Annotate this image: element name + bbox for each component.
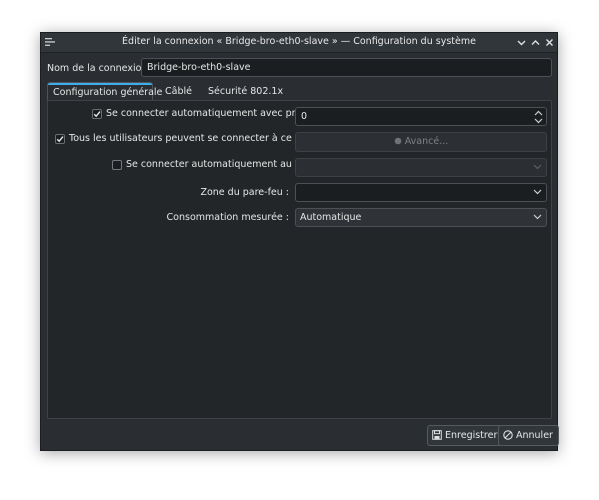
spin-down-icon[interactable] <box>534 118 543 124</box>
connection-name-label: Nom de la connexion : <box>47 63 154 74</box>
cancel-circle-icon <box>503 430 513 440</box>
metered-label: Consommation mesurée : <box>166 212 289 223</box>
priority-value: 0 <box>301 111 308 122</box>
auto-vpn-label[interactable]: Se connecter automatiquement au VPN <box>126 159 314 170</box>
gear-icon <box>394 137 402 145</box>
priority-spinbox[interactable]: 0 <box>295 107 547 126</box>
tab-wired[interactable]: Câblé <box>160 82 197 101</box>
save-button[interactable]: Enregistrer <box>427 425 504 446</box>
spin-up-icon[interactable] <box>534 110 543 116</box>
metered-value: Automatique <box>300 212 362 223</box>
cancel-button[interactable]: Annuler <box>498 425 559 446</box>
chevron-down-icon <box>533 214 542 220</box>
all-users-checkbox[interactable] <box>55 134 65 144</box>
checkmark-icon <box>93 111 101 118</box>
metered-combo[interactable]: Automatique <box>295 208 547 227</box>
minimize-icon[interactable] <box>515 36 528 49</box>
tab-security-8021x[interactable]: Sécurité 802.1x <box>203 82 288 101</box>
chevron-down-icon <box>533 164 542 170</box>
general-config-panel: Se connecter automatiquement avec priori… <box>47 100 552 419</box>
window-title: Éditer la connexion « Bridge-bro-eth0-sl… <box>122 36 476 47</box>
advanced-button[interactable]: Avancé... <box>295 132 547 152</box>
auto-connect-label[interactable]: Se connecter automatiquement avec priori… <box>106 108 320 119</box>
all-users-label[interactable]: Tous les utilisateurs peuvent se connect… <box>69 133 327 144</box>
title-bar[interactable]: Éditer la connexion « Bridge-bro-eth0-sl… <box>41 33 557 53</box>
maximize-icon[interactable] <box>529 36 542 49</box>
auto-connect-checkbox[interactable] <box>92 109 102 119</box>
auto-vpn-checkbox[interactable] <box>112 160 122 170</box>
checkmark-icon <box>56 136 64 143</box>
firewall-zone-label: Zone du pare-feu : <box>200 187 289 198</box>
floppy-disk-icon <box>432 430 442 440</box>
tab-general[interactable]: Configuration générale <box>47 82 162 101</box>
save-button-label: Enregistrer <box>445 430 498 441</box>
connection-name-input[interactable]: Bridge-bro-eth0-slave <box>141 58 552 77</box>
dialog-window: Éditer la connexion « Bridge-bro-eth0-sl… <box>40 32 559 451</box>
close-icon[interactable] <box>543 36 556 49</box>
cancel-button-label: Annuler <box>516 430 553 441</box>
firewall-zone-combo[interactable] <box>295 183 547 202</box>
advanced-button-label: Avancé... <box>404 136 449 147</box>
vpn-combo[interactable] <box>295 158 547 177</box>
chevron-down-icon <box>533 189 542 195</box>
